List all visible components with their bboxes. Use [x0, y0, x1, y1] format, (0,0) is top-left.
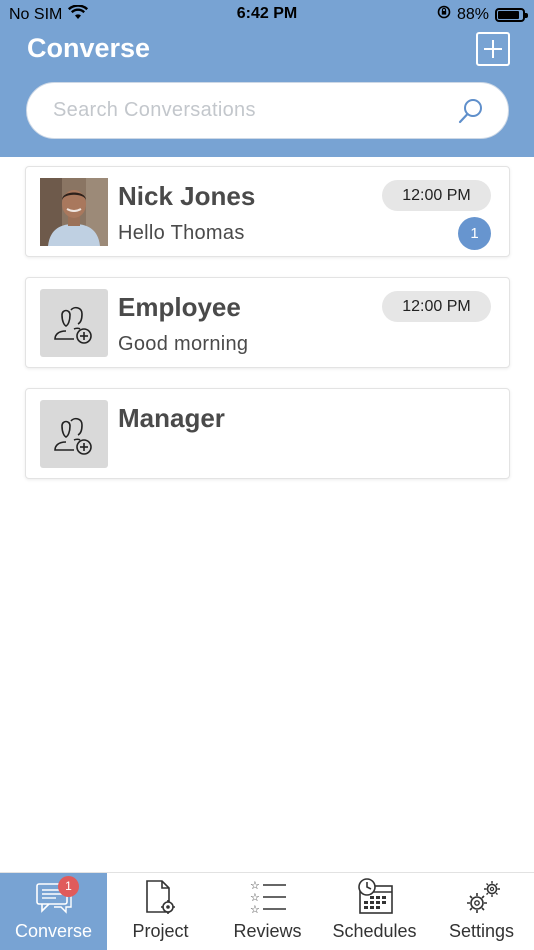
conversation-preview: Hello Thomas [118, 222, 245, 244]
avatar-placeholder [40, 400, 108, 468]
star-list-icon: ☆ ☆ ☆ [250, 879, 286, 916]
conversation-preview: Good morning [118, 333, 249, 355]
search-icon[interactable] [456, 96, 486, 131]
tab-settings[interactable]: Settings [428, 873, 534, 950]
gears-icon [467, 881, 500, 913]
tab-badge: 1 [58, 876, 79, 897]
avatar [40, 178, 108, 246]
conversation-time: 12:00 PM [382, 291, 491, 322]
tab-converse[interactable]: 1 Converse [0, 873, 107, 950]
tab-project[interactable]: Project [107, 873, 214, 950]
bottom-tab-bar: 1 Converse Project ☆ ☆ ☆ Reviews Schedul… [0, 872, 534, 950]
avatar-placeholder [40, 289, 108, 357]
orientation-lock-icon [437, 5, 451, 24]
add-user-icon [54, 306, 92, 344]
status-bar: No SIM 6:42 PM 88% [0, 0, 534, 30]
battery-icon [495, 7, 528, 22]
conversation-time: 12:00 PM [382, 180, 491, 211]
svg-text:☆: ☆ [250, 903, 260, 916]
calendar-clock-icon [358, 878, 393, 914]
conversation-item-employee[interactable]: Employee Good morning 12:00 PM [25, 277, 510, 368]
conversation-name: Nick Jones [118, 181, 256, 211]
tab-reviews[interactable]: ☆ ☆ ☆ Reviews [214, 873, 321, 950]
add-conversation-button[interactable] [476, 32, 510, 66]
add-user-icon [54, 417, 92, 455]
app-header: No SIM 6:42 PM 88% Converse Search Conve… [0, 0, 534, 157]
search-bar[interactable]: Search Conversations [26, 82, 509, 139]
tab-label: Settings [448, 921, 515, 941]
search-input[interactable]: Search Conversations [53, 99, 256, 122]
conversation-item-manager[interactable]: Manager [25, 388, 510, 479]
conversation-item-nick-jones[interactable]: Nick Jones Hello Thomas 12:00 PM 1 [25, 166, 510, 257]
tab-label: Converse [14, 921, 93, 941]
conversation-name: Manager [118, 403, 225, 433]
page-title: Converse [27, 33, 151, 63]
battery-level [498, 10, 520, 19]
conversation-name: Employee [118, 292, 241, 322]
document-settings-icon [146, 880, 175, 914]
plus-square-icon [484, 40, 502, 58]
tab-label: Project [132, 921, 189, 941]
tab-label: Schedules [332, 921, 417, 941]
unread-count-badge: 1 [458, 217, 491, 250]
tab-schedules[interactable]: Schedules [321, 873, 428, 950]
battery-percent: 88% [456, 5, 489, 23]
status-right: 88% [437, 5, 528, 24]
tab-label: Reviews [233, 921, 302, 941]
